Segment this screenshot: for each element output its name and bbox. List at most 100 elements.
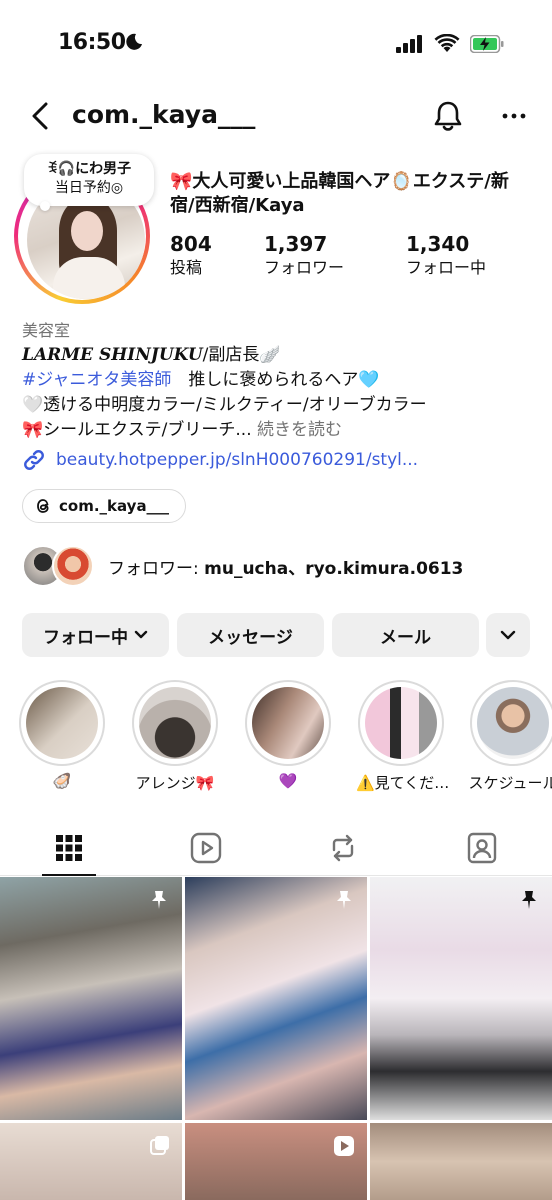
post-thumbnail[interactable]	[0, 877, 182, 1120]
followed-by-text: フォロワー: mu_ucha、ryo.kimura.0613	[108, 554, 463, 579]
bio-line-1-rest: /副店長🪽	[202, 345, 281, 365]
pin-icon	[522, 891, 536, 909]
note-bubble[interactable]: ꉂ🎧にわ男子 当日予約◎	[24, 154, 154, 206]
stat-posts[interactable]: 804 投稿	[170, 232, 212, 280]
chevron-left-icon	[32, 102, 48, 130]
bio-brand: LARME SHINJUKU	[22, 345, 203, 365]
more-options-button[interactable]	[496, 98, 532, 134]
highlight-item[interactable]: アレンジ🎀	[130, 680, 220, 793]
bio-line-2-rest: 推しに褒められるヘア🩵	[171, 370, 380, 390]
battery-charging-icon	[470, 34, 504, 53]
reposts-tab[interactable]	[325, 830, 361, 866]
following-button[interactable]: フォロー中	[22, 613, 169, 657]
bell-icon	[434, 101, 462, 131]
highlight-cover	[365, 687, 437, 759]
post-thumbnail[interactable]	[185, 1123, 367, 1200]
stat-following-count: 1,340	[406, 232, 470, 256]
highlight-label: アレンジ🎀	[135, 774, 215, 792]
post-thumbnail[interactable]	[0, 1123, 182, 1200]
email-button[interactable]: メール	[332, 613, 479, 657]
profile-category: 美容室	[22, 321, 71, 340]
threads-profile-chip[interactable]: com._kaya___	[22, 489, 187, 523]
pin-icon	[337, 891, 351, 909]
read-more-link[interactable]: 続きを読む	[257, 420, 342, 440]
highlight-cover	[252, 687, 324, 759]
status-bar: 16:50	[0, 0, 552, 90]
highlight-label: ⚠️見てくだ…	[356, 774, 450, 792]
bio-line-1: LARME SHINJUKU/副店長🪽	[22, 343, 542, 368]
bio-link-text[interactable]: beauty.hotpepper.jp/slnH000760291/styl..…	[56, 450, 418, 470]
status-time: 16:50	[58, 30, 126, 55]
note-line-1: ꉂ🎧にわ男子	[46, 161, 132, 177]
profile-username: com._kaya___	[72, 100, 256, 129]
bio-line-2: #ジャニオタ美容師 推しに褒められるヘア🩵	[22, 368, 542, 393]
posts-grid	[0, 877, 552, 1200]
bio-line-3: 🤍透ける中明度カラー/ミルクティー/オリーブカラー	[22, 395, 427, 415]
profile-full-name: 🎀大人可愛い上品韓国ヘア🪞エクステ/新宿/西新宿/Kaya	[170, 171, 509, 216]
highlight-item[interactable]: 💜	[243, 680, 333, 790]
note-line-2: 当日予約◎	[54, 180, 124, 196]
bio-external-link[interactable]: beauty.hotpepper.jp/slnH000760291/styl..…	[22, 448, 418, 472]
post-thumbnail[interactable]	[370, 877, 552, 1120]
profile-stats: 804 投稿 1,397 フォロワー 1,340 フォロー中	[170, 232, 540, 284]
email-button-label: メール	[380, 627, 431, 648]
highlight-label: 🦪	[52, 772, 72, 790]
bio-line-4-text: 🎀シールエクステ/ブリーチ...	[22, 420, 252, 440]
repost-icon	[332, 834, 354, 862]
stat-posts-label: 投稿	[170, 258, 203, 277]
threads-icon	[37, 499, 49, 513]
profile-content-tabs	[0, 820, 552, 876]
followed-by-prefix: フォロワー:	[108, 558, 205, 579]
message-button-label: メッセージ	[208, 627, 293, 648]
chevron-down-icon	[500, 630, 516, 640]
following-button-label: フォロー中	[43, 627, 128, 648]
followed-by-row[interactable]: フォロワー: mu_ucha、ryo.kimura.0613	[22, 545, 463, 587]
grid-icon	[56, 835, 82, 861]
message-button[interactable]: メッセージ	[177, 613, 324, 657]
bio-line-4: 🎀シールエクステ/ブリーチ... 続きを読む	[22, 418, 542, 443]
reel-play-icon	[334, 1136, 354, 1156]
moon-icon	[126, 33, 142, 50]
notifications-button[interactable]	[430, 98, 466, 134]
stat-following[interactable]: 1,340 フォロー中	[406, 232, 486, 280]
stat-posts-count: 804	[170, 232, 212, 256]
highlight-cover	[139, 687, 211, 759]
story-highlights: 🦪 アレンジ🎀 💜 ⚠️見てくだ… スケジュール	[0, 680, 552, 800]
wifi-icon	[434, 34, 460, 52]
follower-avatar-2	[52, 545, 94, 587]
post-thumbnail[interactable]	[370, 1123, 552, 1200]
profile-bio: 美容室 LARME SHINJUKU/副店長🪽 #ジャニオタ美容師 推しに褒めら…	[22, 318, 542, 443]
stat-followers[interactable]: 1,397 フォロワー	[264, 232, 344, 280]
multi-image-icon	[150, 1136, 169, 1155]
highlight-item[interactable]: スケジュール	[468, 680, 552, 793]
highlight-label: スケジュール	[468, 774, 552, 792]
bio-hashtag-link[interactable]: #ジャニオタ美容師	[22, 370, 171, 390]
pin-icon	[152, 891, 166, 909]
reels-icon	[190, 832, 222, 864]
highlight-cover	[477, 687, 549, 759]
more-dots-icon	[502, 113, 526, 119]
profile-actions: フォロー中 メッセージ メール	[22, 613, 530, 657]
signal-icon	[396, 34, 422, 53]
followed-by-names: mu_ucha、ryo.kimura.0613	[204, 558, 464, 579]
active-tab-indicator	[42, 874, 96, 876]
highlight-item[interactable]: ⚠️見てくだ…	[356, 680, 450, 793]
chevron-down-icon	[134, 630, 148, 639]
reels-tab[interactable]	[188, 830, 224, 866]
highlight-label: 💜	[278, 772, 298, 790]
top-nav: com._kaya___	[0, 90, 552, 146]
highlight-item[interactable]: 🦪	[17, 680, 107, 790]
grid-tab[interactable]	[51, 830, 87, 866]
link-icon	[24, 450, 44, 470]
post-thumbnail[interactable]	[185, 877, 367, 1120]
stat-followers-label: フォロワー	[264, 258, 345, 277]
highlight-cover	[26, 687, 98, 759]
back-button[interactable]	[24, 98, 56, 134]
note-tail	[40, 201, 50, 211]
tagged-tab[interactable]	[464, 830, 500, 866]
stat-followers-count: 1,397	[264, 232, 328, 256]
tagged-person-icon	[467, 832, 497, 864]
suggested-accounts-button[interactable]	[486, 613, 530, 657]
stat-following-label: フォロー中	[406, 258, 487, 277]
threads-chip-label: com._kaya___	[59, 497, 170, 515]
